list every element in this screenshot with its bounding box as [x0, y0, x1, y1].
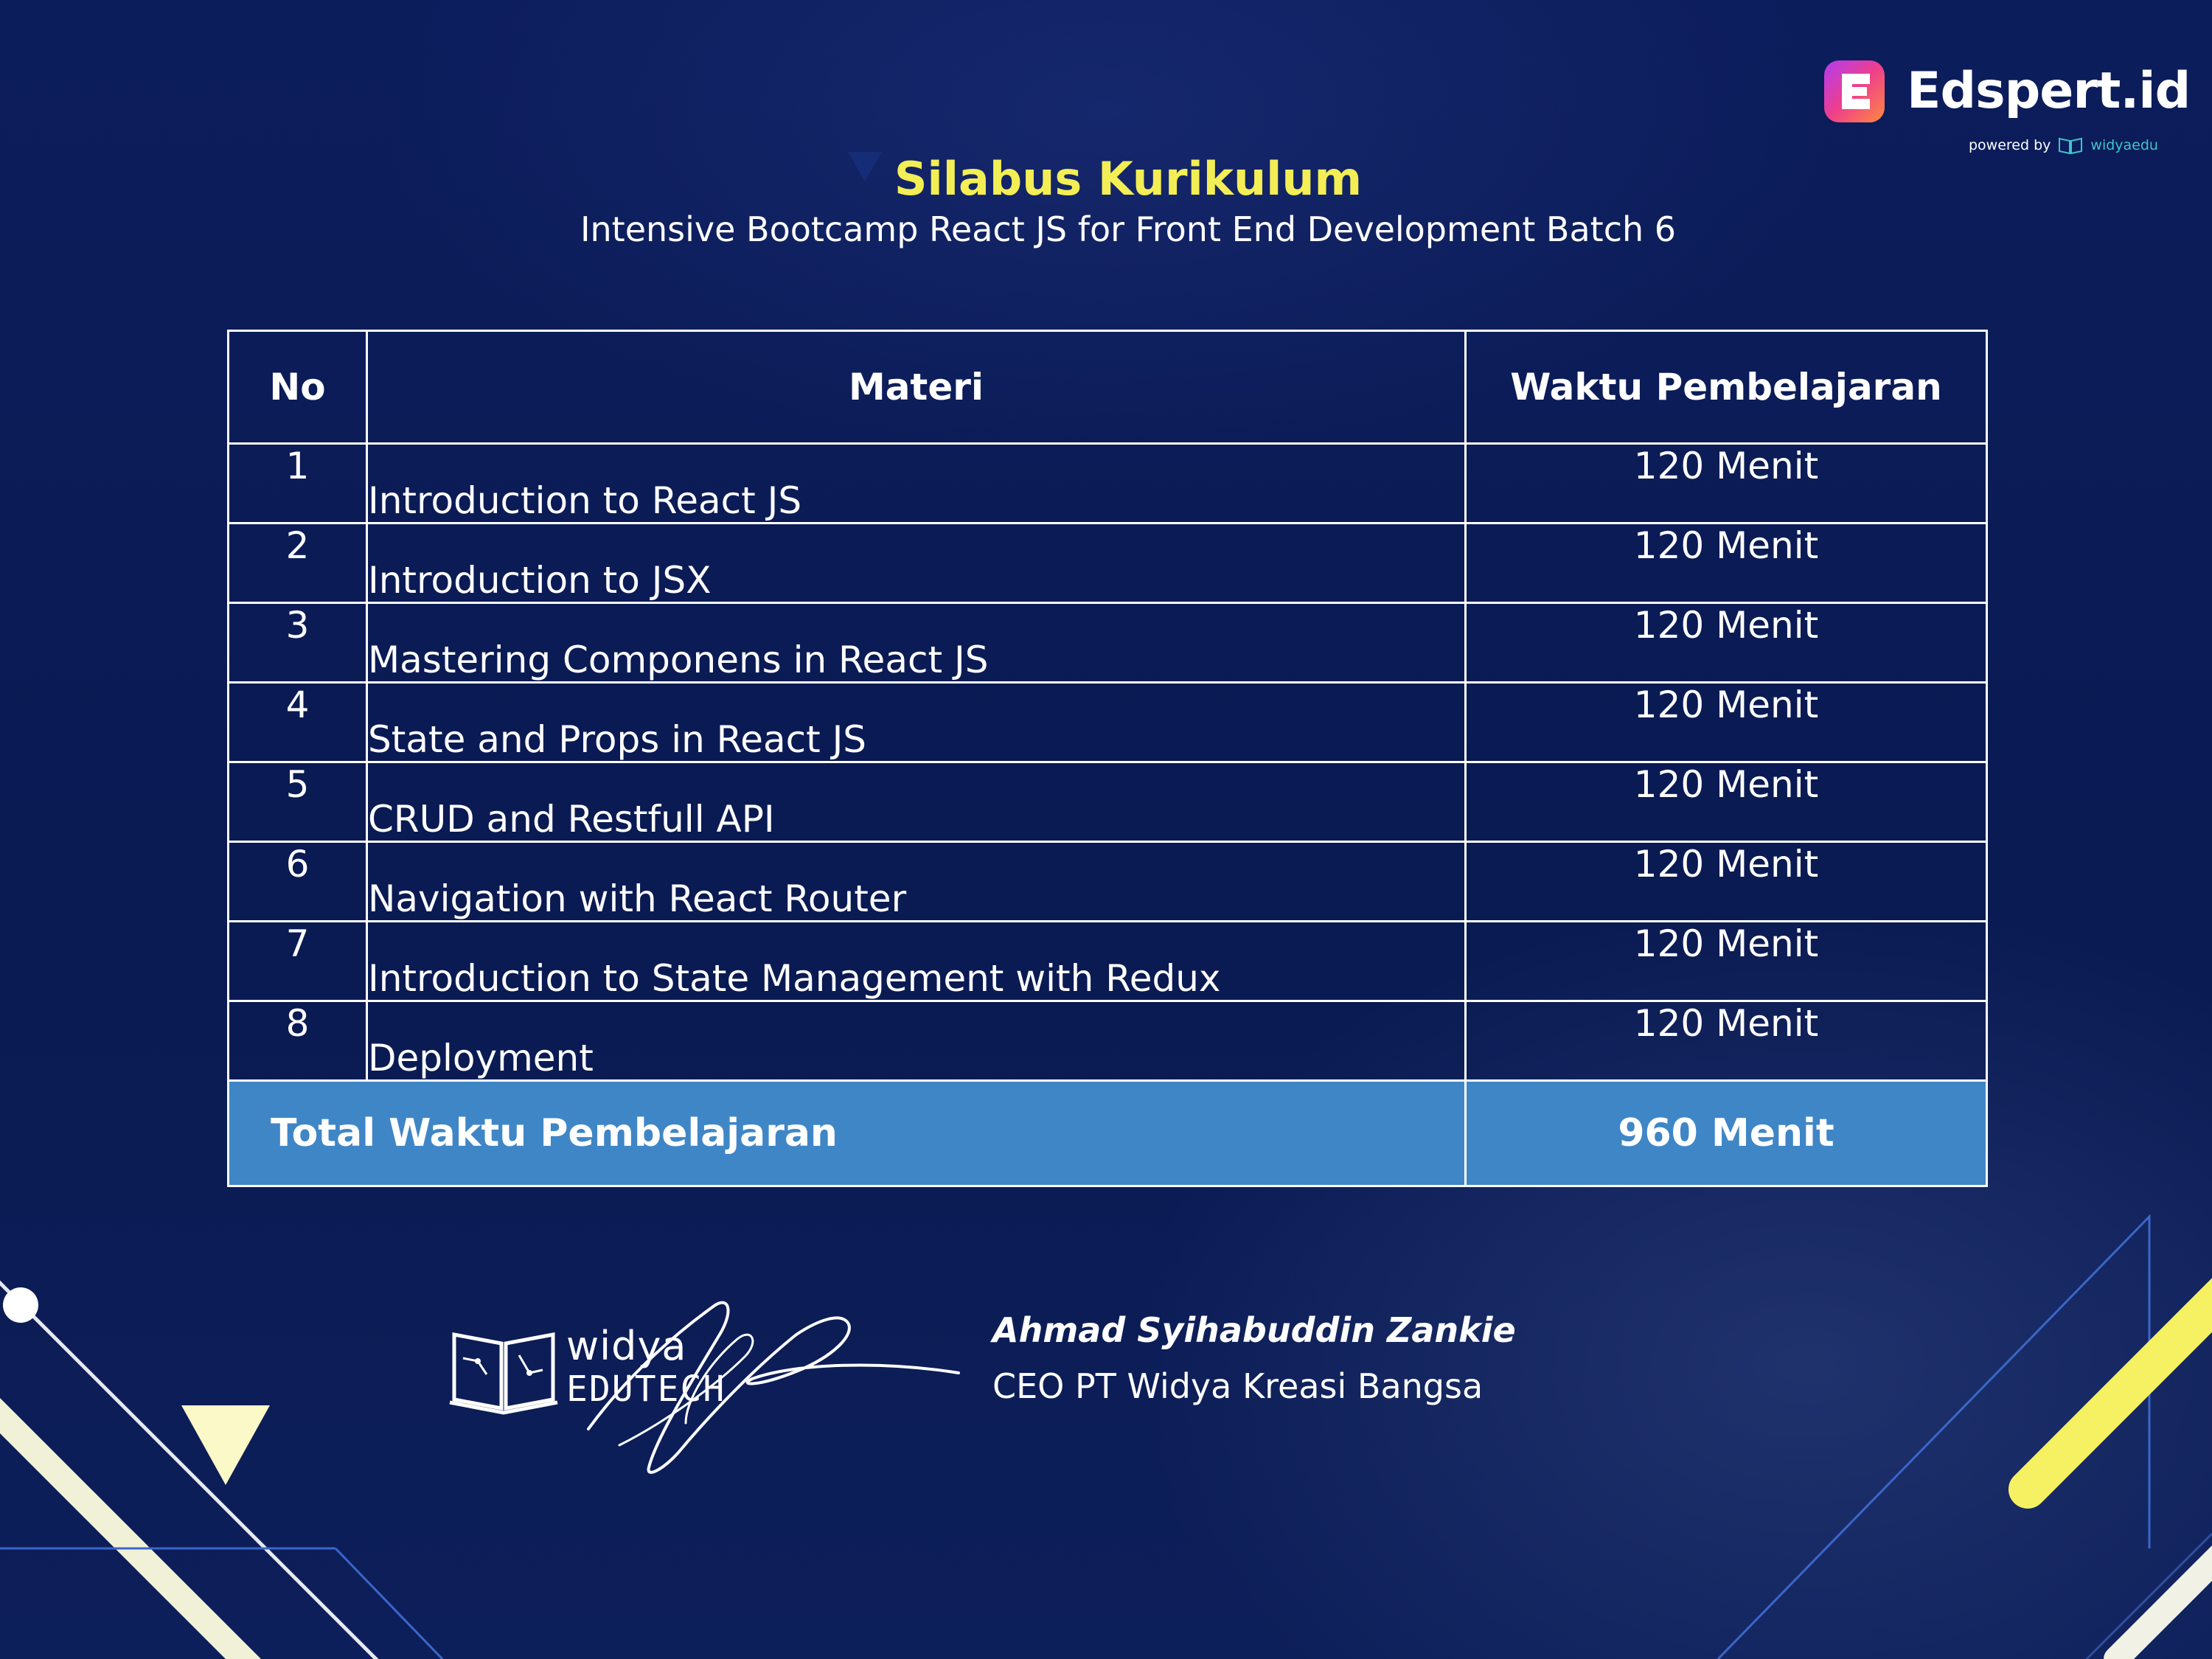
row-number: 5 [227, 761, 368, 843]
row-materi: Introduction to JSX [366, 522, 1467, 604]
row-materi: Introduction to React JS [366, 442, 1467, 524]
total-row: Total Waktu Pembelajaran 960 Menit [227, 1079, 1988, 1187]
table-row: 1 Introduction to React JS 120 Menit [227, 442, 1988, 524]
handwritten-signature [587, 1301, 960, 1474]
row-waktu: 120 Menit [1464, 1000, 1988, 1082]
signer-role: CEO PT Widya Kreasi Bangsa [992, 1366, 1484, 1406]
row-materi: Deployment [366, 1000, 1467, 1082]
page-title: Silabus Kurikulum [894, 152, 1363, 206]
row-number: 3 [227, 602, 368, 684]
table-row: 6 Navigation with React Router 120 Menit [227, 841, 1988, 922]
edspert-wordmark: Edspert.id [1907, 62, 2191, 120]
row-waktu: 120 Menit [1464, 920, 1988, 1002]
open-book-icon [449, 1332, 558, 1415]
row-waktu: 120 Menit [1464, 681, 1988, 763]
edspert-logo-icon [1824, 60, 1885, 122]
row-waktu: 120 Menit [1464, 761, 1988, 843]
column-header-materi: Materi [366, 330, 1467, 445]
column-header-no: No [227, 330, 368, 445]
powered-by-label: powered by [1969, 137, 2051, 153]
row-materi: Navigation with React Router [366, 841, 1467, 922]
row-number: 6 [227, 841, 368, 922]
signer-name: Ahmad Syihabuddin Zankie [992, 1310, 1516, 1350]
row-materi: CRUD and Restfull API [366, 761, 1467, 843]
row-number: 1 [227, 442, 368, 524]
row-number: 7 [227, 920, 368, 1002]
total-label: Total Waktu Pembelajaran [227, 1079, 1467, 1187]
table-row: 5 CRUD and Restfull API 120 Menit [227, 761, 1988, 843]
table-row: 8 Deployment 120 Menit [227, 1000, 1988, 1082]
row-waktu: 120 Menit [1464, 841, 1988, 922]
row-waktu: 120 Menit [1464, 442, 1988, 524]
row-waktu: 120 Menit [1464, 602, 1988, 684]
row-number: 2 [227, 522, 368, 604]
row-materi: Introduction to State Management with Re… [366, 920, 1467, 1002]
syllabus-table: No Materi Waktu Pembelajaran 1 Introduct… [227, 330, 1988, 1187]
row-number: 4 [227, 681, 368, 763]
widyaedu-label: widyaedu [2090, 137, 2158, 153]
table-header-row: No Materi Waktu Pembelajaran [227, 330, 1988, 445]
edspert-logo: Edspert.id powered by widyaedu [1821, 58, 2191, 161]
table-row: 2 Introduction to JSX 120 Menit [227, 522, 1988, 604]
row-waktu: 120 Menit [1464, 522, 1988, 604]
table-row: 7 Introduction to State Management with … [227, 920, 1988, 1002]
row-number: 8 [227, 1000, 368, 1082]
column-header-waktu: Waktu Pembelajaran [1464, 330, 1988, 445]
row-materi: Mastering Componens in React JS [366, 602, 1467, 684]
row-materi: State and Props in React JS [366, 681, 1467, 763]
total-value: 960 Menit [1464, 1079, 1988, 1187]
page-subtitle: Intensive Bootcamp React JS for Front En… [580, 209, 1677, 249]
table-row: 3 Mastering Componens in React JS 120 Me… [227, 602, 1988, 684]
table-row: 4 State and Props in React JS 120 Menit [227, 681, 1988, 763]
